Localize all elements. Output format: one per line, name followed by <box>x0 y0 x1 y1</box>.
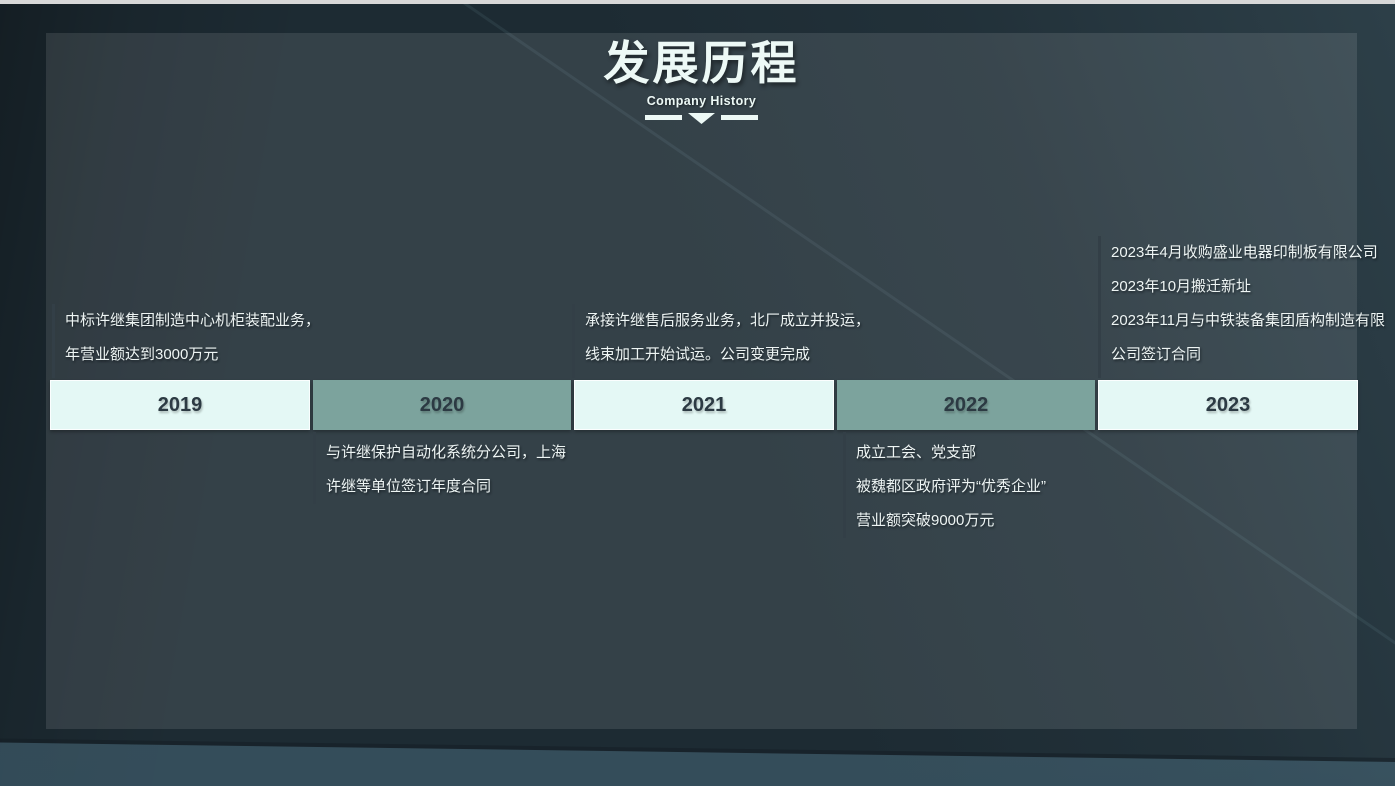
note-line: 营业额突破9000万元 <box>856 504 1046 538</box>
timeline-note-2021: 承接许继售后服务业务，北厂成立并投运， 线束加工开始试运。公司变更完成 <box>572 304 870 378</box>
divider-line-right <box>721 115 758 120</box>
timeline-note-2023: 2023年4月收购盛业电器印制板有限公司 2023年10月搬迁新址 2023年1… <box>1098 236 1385 378</box>
year-label: 2019 <box>158 394 203 417</box>
note-line: 线束加工开始试运。公司变更完成 <box>585 338 870 372</box>
timeline-bar: 2019 2020 2021 2022 2023 <box>50 380 1358 430</box>
divider-line-left <box>645 115 682 120</box>
year-label: 2022 <box>944 394 989 417</box>
note-line: 2023年10月搬迁新址 <box>1111 270 1385 304</box>
note-line: 年营业额达到3000万元 <box>65 338 320 372</box>
presentation-slide: 发展历程 Company History 2019 2020 2021 2022… <box>0 0 1395 786</box>
timeline-segment-2022: 2022 <box>837 380 1095 430</box>
note-line: 与许继保护自动化系统分公司，上海 <box>326 436 566 470</box>
note-line: 2023年11月与中铁装备集团盾构制造有限 <box>1111 304 1385 338</box>
window-top-border <box>0 0 1395 4</box>
page-subtitle: Company History <box>46 94 1357 108</box>
timeline-segment-2021: 2021 <box>574 380 834 430</box>
timeline-note-2022: 成立工会、党支部 被魏都区政府评为“优秀企业” 营业额突破9000万元 <box>843 432 1046 538</box>
note-line: 许继等单位签订年度合同 <box>326 470 566 504</box>
year-label: 2021 <box>682 394 727 417</box>
timeline-segment-2019: 2019 <box>50 380 310 430</box>
year-label: 2020 <box>420 394 465 417</box>
down-triangle-icon <box>688 113 715 124</box>
note-line: 公司签订合同 <box>1111 338 1385 372</box>
timeline-note-2020: 与许继保护自动化系统分公司，上海 许继等单位签订年度合同 <box>313 432 566 504</box>
timeline-note-2019: 中标许继集团制造中心机柜装配业务， 年营业额达到3000万元 <box>52 304 320 378</box>
note-line: 被魏都区政府评为“优秀企业” <box>856 470 1046 504</box>
title-divider <box>46 113 1357 124</box>
year-label: 2023 <box>1206 394 1251 417</box>
note-line: 2023年4月收购盛业电器印制板有限公司 <box>1111 236 1385 270</box>
title-block: 发展历程 Company History <box>46 36 1357 124</box>
timeline-segment-2020: 2020 <box>313 380 571 430</box>
note-line: 承接许继售后服务业务，北厂成立并投运， <box>585 304 870 338</box>
note-line: 中标许继集团制造中心机柜装配业务， <box>65 304 320 338</box>
note-line: 成立工会、党支部 <box>856 436 1046 470</box>
timeline-segment-2023: 2023 <box>1098 380 1358 430</box>
page-title: 发展历程 <box>46 36 1357 90</box>
